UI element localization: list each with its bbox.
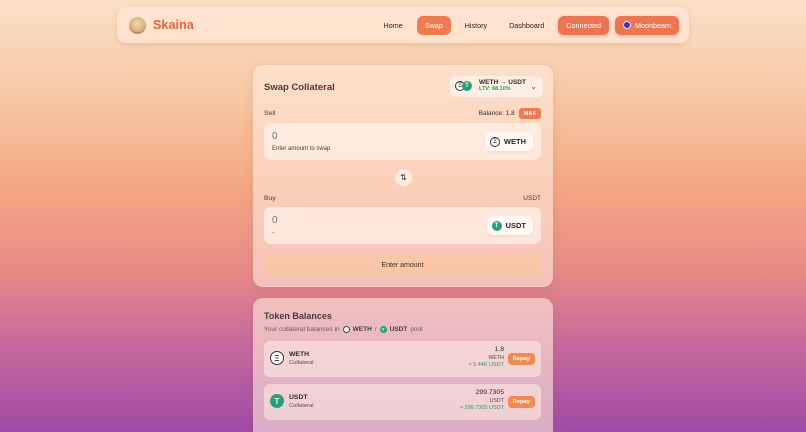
balance-unit: USDT (489, 397, 504, 404)
buy-token-selector[interactable]: T USDT (486, 216, 533, 235)
sell-amount-hint: Enter amount to swap (272, 146, 331, 152)
balance-usd-value: ≈ 299.7305 USDT (460, 404, 504, 411)
brand-name: Skaina (153, 18, 194, 32)
usdt-icon: T (379, 326, 387, 333)
repay-button-usdt[interactable]: Repay (507, 396, 535, 408)
usdt-icon: T (270, 394, 284, 408)
balance-token-type: Collateral (289, 403, 314, 409)
usdt-icon: T (491, 220, 502, 231)
balances-sub-token-b: USDT (389, 326, 408, 333)
enter-amount-button[interactable]: Enter amount (264, 255, 541, 276)
pair-icons: Ξ T (455, 81, 473, 92)
balance-row-weth: Ξ WETH Collateral 1.8 WETH ≈ 5.44K USDT … (264, 341, 541, 377)
moonbeam-network-icon (623, 21, 632, 29)
sell-balance-text: Balance: 1.8 (478, 110, 515, 117)
pair-selector[interactable]: Ξ T WETH → USDT LTV: 88.10% ⌄ (450, 76, 543, 97)
network-label: Moonbeam (635, 20, 671, 30)
nav-swap[interactable]: Swap (416, 15, 451, 35)
balance-usd-value: ≈ 5.44K USDT (468, 361, 504, 368)
balance-unit: WETH (488, 354, 504, 361)
usdt-icon: T (462, 81, 472, 91)
token-balances-card: Token Balances Your collateral balances … (253, 298, 553, 432)
balance-row-usdt: T USDT Collateral 299.7305 USDT ≈ 299.73… (264, 384, 541, 420)
connected-button[interactable]: Connected (558, 15, 610, 35)
sell-balance: Balance: 1.8 MAX (479, 108, 541, 119)
buy-amount-input[interactable] (272, 215, 412, 226)
sell-label: Sell (264, 110, 276, 117)
balance-amount: 1.8 (494, 346, 504, 353)
nav-home[interactable]: Home (376, 16, 411, 35)
eth-icon (342, 326, 350, 333)
buy-label: Buy (264, 195, 276, 202)
swap-title: Swap Collateral (264, 82, 335, 93)
balances-sub-sep: / (374, 326, 377, 333)
eth-icon: Ξ (270, 351, 284, 365)
balance-token-name: WETH (289, 351, 310, 358)
network-button[interactable]: Moonbeam (615, 15, 679, 35)
brand-logo-icon (129, 16, 146, 34)
pair-text: WETH → USDT LTV: 88.10% (479, 79, 526, 93)
balances-title: Token Balances (264, 311, 332, 321)
balance-amount-group: 1.8 WETH ≈ 5.44K USDT (469, 346, 504, 369)
nav-history[interactable]: History (457, 16, 495, 35)
nav-links: Home Swap History Dashboard Connected Mo… (376, 15, 679, 35)
nav-dashboard[interactable]: Dashboard (501, 16, 552, 35)
max-button[interactable]: MAX (518, 108, 541, 119)
balances-sub-token-a: WETH (352, 326, 372, 333)
top-navbar: Skaina Home Swap History Dashboard Conne… (117, 7, 689, 43)
balances-subtitle: Your collateral balances in WETH / T USD… (264, 326, 423, 333)
sell-token-label: WETH (503, 137, 526, 146)
buy-input-box: - T USDT (264, 207, 541, 244)
sell-input-box: Enter amount to swap Ξ WETH (264, 123, 541, 160)
buy-token-label: USDT (505, 221, 526, 230)
swap-direction-button[interactable]: ⇅ (395, 169, 412, 186)
balance-amount: 299.7305 (475, 389, 504, 396)
connected-label: Connected (566, 20, 602, 30)
sell-token-selector[interactable]: Ξ WETH (484, 132, 533, 151)
repay-button-weth[interactable]: Repay (507, 353, 535, 365)
buy-amount-hint: - (272, 230, 274, 236)
swap-card: Swap Collateral Ξ T WETH → USDT LTV: 88.… (253, 65, 553, 287)
sell-amount-input[interactable] (272, 131, 412, 142)
brand[interactable]: Skaina (129, 16, 194, 34)
balance-token-name: USDT (289, 394, 308, 401)
balance-amount-group: 299.7305 USDT ≈ 299.7305 USDT (460, 389, 504, 412)
balances-sub-suffix: pool (410, 326, 423, 333)
buy-token-caption: USDT (523, 195, 541, 202)
balance-token-type: Collateral (289, 360, 314, 366)
eth-icon: Ξ (489, 136, 500, 147)
pair-ltv: LTV: 88.10% (479, 86, 511, 93)
chevron-down-icon: ⌄ (530, 82, 537, 91)
balances-sub-prefix: Your collateral balances in (264, 326, 340, 333)
swap-arrows-icon: ⇅ (400, 173, 407, 182)
